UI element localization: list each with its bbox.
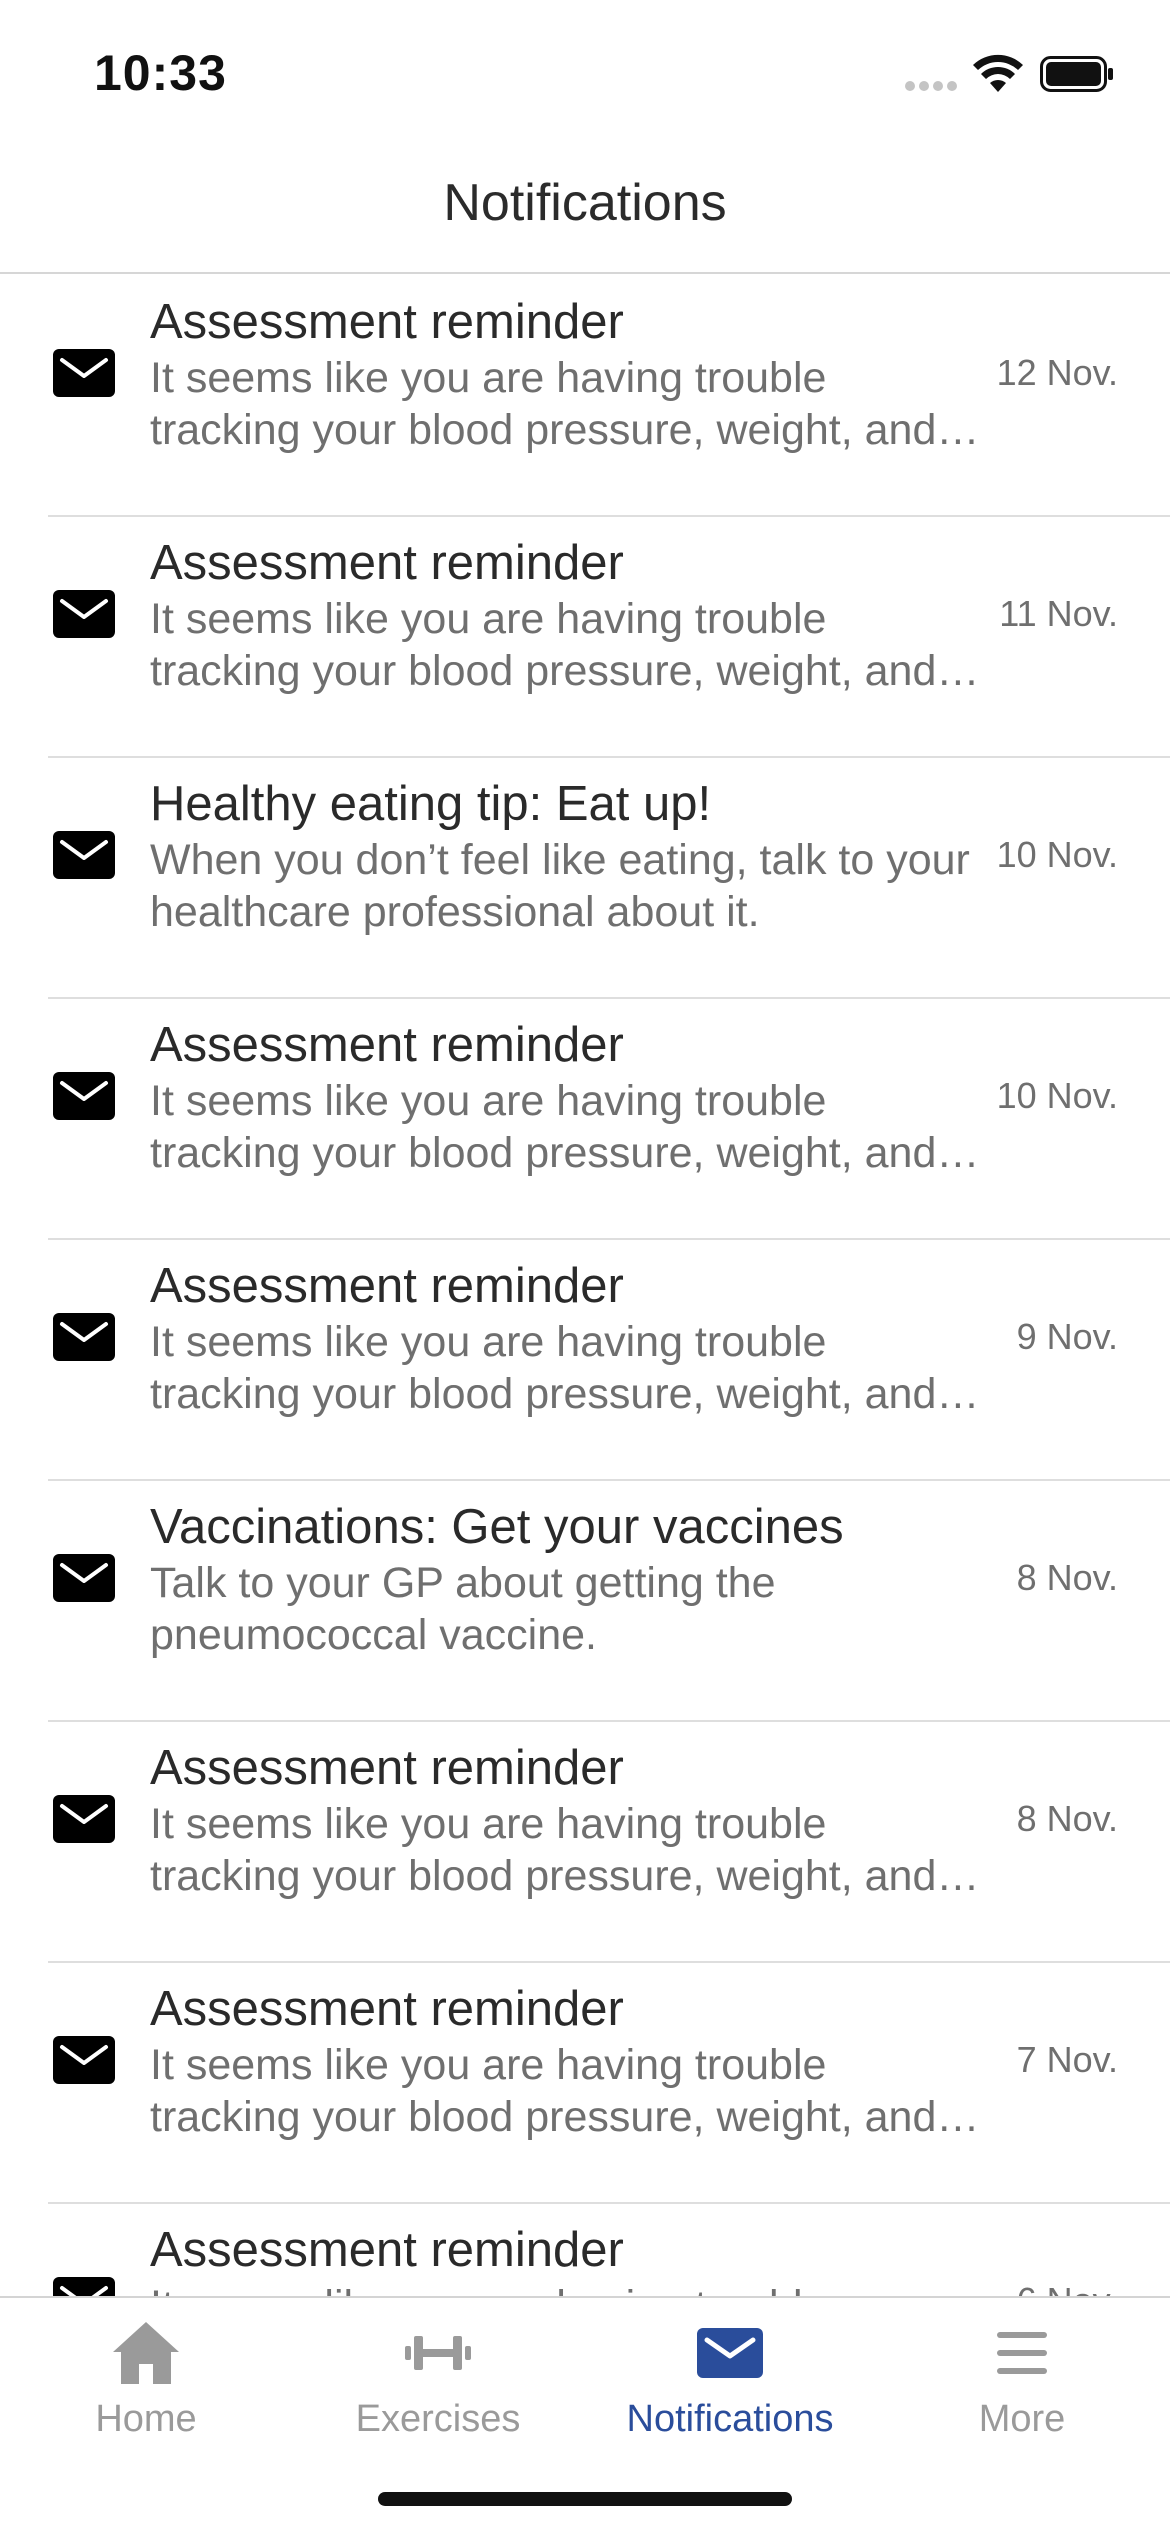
tab-exercises[interactable]: Exercises [292, 2298, 584, 2458]
tab-exercises-label: Exercises [355, 2398, 521, 2440]
house-icon [113, 2322, 179, 2384]
tab-notifications[interactable]: Notifications [584, 2298, 876, 2458]
dumbbell-icon [405, 2336, 471, 2370]
notification-date: 6 Nov. [1017, 2280, 1118, 2296]
status-bar: 10:33 [0, 0, 1170, 140]
wifi-icon [973, 54, 1023, 92]
notification-preview: It seems like you are having trouble tra… [150, 2280, 980, 2296]
menu-lines-icon [997, 2332, 1047, 2374]
notification-preview: It seems like you are having trouble tra… [150, 354, 937, 454]
notification-preview: It seems like you are having trouble tra… [150, 1800, 937, 1900]
notification-title: Healthy eating tip: Eat up! [150, 777, 712, 831]
notifications-screen: 10:33 Notifications Assessment reminder I… [0, 0, 1170, 2532]
notification-preview: It seems like you are having trouble tra… [150, 1318, 937, 1418]
cellular-signal-icon [905, 81, 957, 91]
envelope-icon [52, 589, 116, 639]
notification-row[interactable]: Vaccinations: Get your vaccines Talk to y… [0, 1481, 1170, 1722]
envelope-icon [52, 830, 116, 880]
envelope-icon [52, 348, 116, 398]
notification-date: 7 Nov. [1016, 2039, 1118, 2080]
notification-title: Vaccinations: Get your vaccines [150, 1500, 844, 1554]
notification-row[interactable]: Healthy eating tip: Eat up! When you don’… [0, 758, 1170, 999]
tab-home-label: Home [95, 2398, 197, 2440]
navigation-header: Notifications [0, 140, 1170, 274]
tab-notifications-label: Notifications [626, 2398, 834, 2440]
notification-date: 8 Nov. [1016, 1557, 1118, 1598]
tab-more[interactable]: More [876, 2298, 1168, 2458]
notification-title: Assessment reminder [150, 1741, 624, 1795]
page-title: Notifications [443, 174, 727, 232]
envelope-icon [697, 2328, 763, 2378]
notification-row[interactable]: Assessment reminderIt seems like you are… [0, 1722, 1170, 1963]
notification-date: 12 Nov. [996, 352, 1118, 393]
notification-date: 8 Nov. [1016, 1798, 1118, 1839]
notification-title: Assessment reminder [150, 1982, 624, 2036]
notification-preview: It seems like you are having trouble tra… [150, 2041, 937, 2141]
home-indicator[interactable] [378, 2492, 792, 2506]
envelope-icon [52, 1553, 116, 1603]
notification-row[interactable]: Assessment reminderIt seems like you are… [0, 999, 1170, 1240]
battery-icon [1040, 56, 1113, 92]
notification-preview: Talk to your GP about getting the pneumo… [150, 1559, 776, 1659]
envelope-icon [52, 2276, 116, 2296]
notification-preview: It seems like you are having trouble tra… [150, 1077, 937, 1177]
tab-home[interactable]: Home [0, 2298, 292, 2458]
tab-bar: Home Exercises Notifications More [0, 2296, 1170, 2532]
notification-row[interactable]: Assessment reminder It seems like you are… [0, 2204, 1170, 2296]
notification-date: 9 Nov. [1016, 1316, 1118, 1357]
notification-row[interactable]: Assessment reminderIt seems like you are… [0, 517, 1170, 758]
notification-date: 10 Nov. [996, 834, 1118, 875]
notification-preview: It seems like you are having trouble tra… [150, 595, 937, 695]
envelope-icon [52, 1312, 116, 1362]
notification-title: Assessment reminder [150, 536, 624, 590]
envelope-icon [52, 2035, 116, 2085]
envelope-icon [52, 1794, 116, 1844]
notification-preview: When you don’t feel like eating, talk to… [150, 836, 970, 936]
tab-more-label: More [978, 2398, 1066, 2440]
status-time: 10:33 [94, 45, 227, 101]
notification-title: Assessment reminder [150, 2223, 624, 2277]
notification-title: Assessment reminder [150, 1018, 624, 1072]
notification-date: 10 Nov. [996, 1075, 1118, 1116]
notification-row[interactable]: Assessment reminderIt seems like you are… [0, 1240, 1170, 1481]
notification-title: Assessment reminder [150, 295, 624, 349]
envelope-icon [52, 1071, 116, 1121]
notification-title: Assessment reminder [150, 1259, 624, 1313]
notification-list[interactable]: Assessment reminder It seems like you are… [0, 276, 1170, 2296]
notification-date: 11 Nov. [999, 593, 1118, 634]
notification-row[interactable]: Assessment reminderIt seems like you are… [0, 276, 1170, 517]
notification-row[interactable]: Assessment reminderIt seems like you are… [0, 1963, 1170, 2204]
